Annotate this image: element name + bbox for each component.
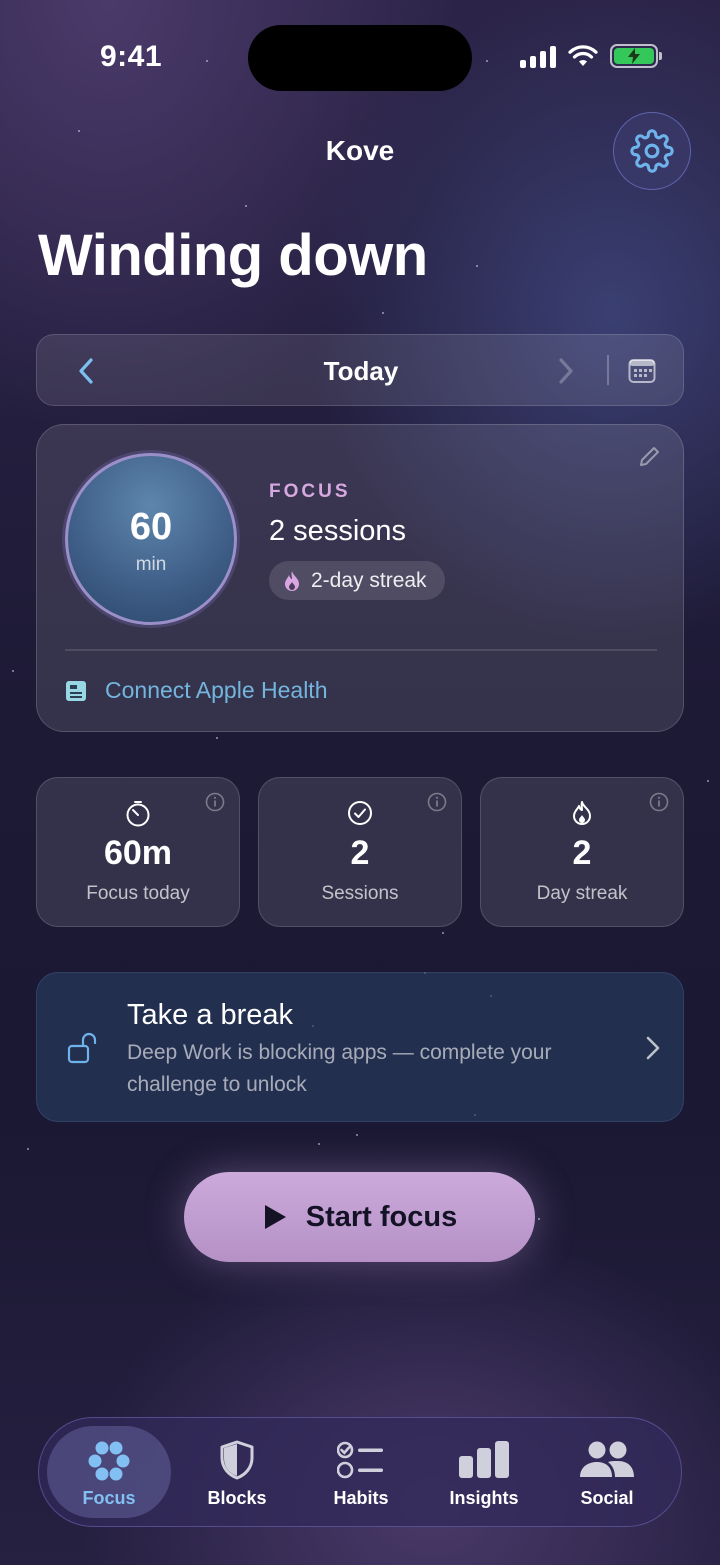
star (318, 1143, 320, 1145)
divider (607, 355, 609, 385)
unlocked-icon (67, 1032, 97, 1064)
tab-label: Habits (333, 1488, 389, 1508)
star (12, 670, 14, 672)
star (382, 312, 384, 314)
tab-label: Blocks (207, 1488, 267, 1508)
star (206, 60, 208, 62)
edit-button[interactable] (637, 445, 661, 474)
app-name: Kove (325, 135, 395, 166)
take-break-card[interactable]: Take a break Deep Work is blocking apps … (36, 972, 684, 1122)
break-description: Deep Work is blocking apps — complete yo… (127, 1041, 552, 1096)
focus-summary-card: 60 min FOCUS 2 sessions 2-day streak Con… (36, 424, 684, 732)
dots-flower-icon (88, 1441, 130, 1481)
tab-insights[interactable]: Insights (422, 1426, 546, 1518)
shield-icon (220, 1440, 254, 1480)
tab-blocks[interactable]: Blocks (175, 1426, 299, 1518)
check-circle-icon (348, 801, 372, 825)
star (216, 737, 218, 739)
charging-bolt-icon (628, 48, 640, 64)
tab-social[interactable]: Social (545, 1426, 669, 1518)
health-card-icon (66, 680, 86, 701)
star (486, 60, 488, 62)
flame-icon (573, 801, 591, 825)
calendar-icon (628, 359, 656, 383)
play-icon (264, 1205, 286, 1229)
stat-value: 2 (572, 834, 592, 872)
date-navigator: Today (36, 334, 684, 406)
cellular-signal-icon (520, 44, 556, 68)
focus-minutes-value: 60 (129, 506, 173, 548)
chevron-right-icon (646, 1036, 660, 1060)
timer-icon (126, 801, 150, 827)
status-time: 9:41 (100, 40, 163, 73)
tab-focus[interactable]: Focus (47, 1426, 171, 1518)
focus-minutes-ring: 60 min (65, 453, 237, 625)
stat-card-focus-today[interactable]: 60m Focus today (36, 777, 240, 927)
star (78, 130, 80, 132)
star (538, 1218, 540, 1220)
gear-icon (630, 129, 674, 173)
battery-icon (610, 44, 662, 68)
pencil-icon (640, 447, 659, 466)
stat-label: Focus today (86, 883, 190, 904)
calendar-button[interactable] (627, 357, 657, 385)
star (442, 932, 444, 934)
next-day-button[interactable] (551, 355, 581, 387)
bar-chart-icon (459, 1441, 509, 1478)
stat-value: 60m (103, 834, 173, 872)
star (476, 265, 478, 267)
tab-bar: Focus Blocks Habits Insights Social (38, 1417, 682, 1527)
star (245, 205, 247, 207)
dynamic-island (248, 25, 472, 91)
focus-label: FOCUS (269, 481, 351, 502)
focus-minutes-unit: min (135, 554, 167, 575)
wifi-icon (568, 45, 598, 66)
start-focus-label: Start focus (305, 1200, 458, 1233)
start-focus-button[interactable]: Start focus (184, 1172, 535, 1262)
star (356, 1134, 358, 1136)
tab-label: Insights (449, 1488, 519, 1508)
stat-card-sessions[interactable]: 2 Sessions (258, 777, 462, 927)
connect-health-text: Connect Apple Health (105, 677, 328, 703)
streak-text: 2-day streak (311, 568, 427, 592)
sessions-count: 2 sessions (269, 515, 407, 547)
flame-icon (285, 570, 299, 591)
status-icons (520, 44, 662, 68)
tab-label: Social (580, 1488, 634, 1508)
break-title: Take a break (127, 999, 294, 1031)
people-icon (580, 1441, 634, 1477)
tab-habits[interactable]: Habits (299, 1426, 423, 1518)
settings-button[interactable] (613, 112, 691, 190)
stat-value: 2 (350, 834, 370, 872)
page-heading: Winding down (38, 223, 428, 288)
stat-label: Day streak (536, 883, 628, 904)
streak-badge: 2-day streak (269, 561, 445, 600)
connect-health-link[interactable]: Connect Apple Health (65, 677, 328, 704)
star (707, 780, 709, 782)
star (27, 1148, 29, 1150)
checklist-icon (337, 1441, 383, 1479)
date-label: Today (323, 356, 399, 386)
stat-card-day-streak[interactable]: 2 Day streak (480, 777, 684, 927)
chevron-right-icon (559, 358, 573, 384)
tab-label: Focus (82, 1488, 136, 1508)
stat-label: Sessions (321, 883, 399, 904)
divider (65, 649, 657, 651)
